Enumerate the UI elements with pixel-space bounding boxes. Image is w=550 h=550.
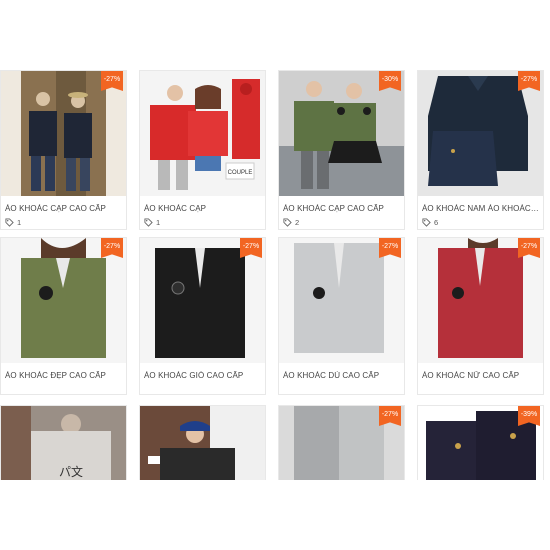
tag-icon <box>283 218 292 227</box>
product-title[interactable]: ÁO KHOÁC ĐẸP CAO CẤP <box>5 371 123 380</box>
product-title[interactable]: ÁO KHOÁC CẠP <box>144 204 262 213</box>
product-card[interactable]: -27% ÁO KHOÁC NỮ CAO CẤP <box>417 237 544 395</box>
product-image[interactable]: パ文 <box>1 406 126 480</box>
product-card[interactable]: -27% ÁO KHOÁC CẠP CAO CẤP 1 <box>0 70 127 230</box>
like-count: 2 <box>283 218 299 227</box>
product-image[interactable] <box>1 71 126 196</box>
product-title[interactable]: ÁO KHOÁC GIÓ CAO CẤP <box>144 371 262 380</box>
tag-icon <box>144 218 153 227</box>
product-card[interactable]: COUPLE ÁO KHOÁC CẠP 1 <box>139 70 266 230</box>
product-image[interactable] <box>279 71 404 196</box>
product-card[interactable]: -27% <box>278 405 405 480</box>
product-card[interactable]: -30% ÁO KHOÁC CẠP CAO CẤP 2 <box>278 70 405 230</box>
tag-icon <box>422 218 431 227</box>
like-count: 6 <box>422 218 438 227</box>
like-count-value: 1 <box>156 218 161 227</box>
product-image[interactable] <box>418 238 543 363</box>
like-count-value: 1 <box>17 218 22 227</box>
product-title[interactable]: ÁO KHOÁC NAM ÁO KHOÁC N... <box>422 204 540 213</box>
product-card[interactable]: -27% ÁO KHOÁC NAM ÁO KHOÁC N... 6 <box>417 70 544 230</box>
product-title[interactable]: ÁO KHOÁC CẠP CAO CẤP <box>283 204 401 213</box>
image-caption: パ文 <box>59 464 83 479</box>
product-card[interactable]: -39% <box>417 405 544 480</box>
tag-icon <box>5 218 14 227</box>
product-card[interactable]: -27% ÁO KHOÁC ĐẸP CAO CẤP <box>0 237 127 395</box>
product-card[interactable]: パ文 <box>0 405 127 480</box>
product-image[interactable] <box>279 238 404 363</box>
product-title[interactable]: ÁO KHOÁC CẠP CAO CẤP <box>5 204 123 213</box>
product-title[interactable]: ÁO KHOÁC NỮ CAO CẤP <box>422 371 540 380</box>
product-image[interactable] <box>1 238 126 363</box>
product-image[interactable]: COUPLE <box>140 71 265 196</box>
product-card[interactable]: -27% ÁO KHOÁC DÙ CAO CẤP <box>278 237 405 395</box>
product-image[interactable] <box>140 406 265 480</box>
like-count: 1 <box>5 218 21 227</box>
like-count: 1 <box>144 218 160 227</box>
image-caption: COUPLE <box>228 170 253 176</box>
like-count-value: 6 <box>434 218 439 227</box>
product-card[interactable] <box>139 405 266 480</box>
product-title[interactable]: ÁO KHOÁC DÙ CAO CẤP <box>283 371 401 380</box>
product-grid: -27% ÁO KHOÁC CẠP CAO CẤP 1 COUPLE ÁO KH… <box>0 0 550 480</box>
product-image[interactable] <box>140 238 265 363</box>
product-card[interactable]: -27% ÁO KHOÁC GIÓ CAO CẤP <box>139 237 266 395</box>
product-image[interactable] <box>418 71 543 196</box>
like-count-value: 2 <box>295 218 300 227</box>
